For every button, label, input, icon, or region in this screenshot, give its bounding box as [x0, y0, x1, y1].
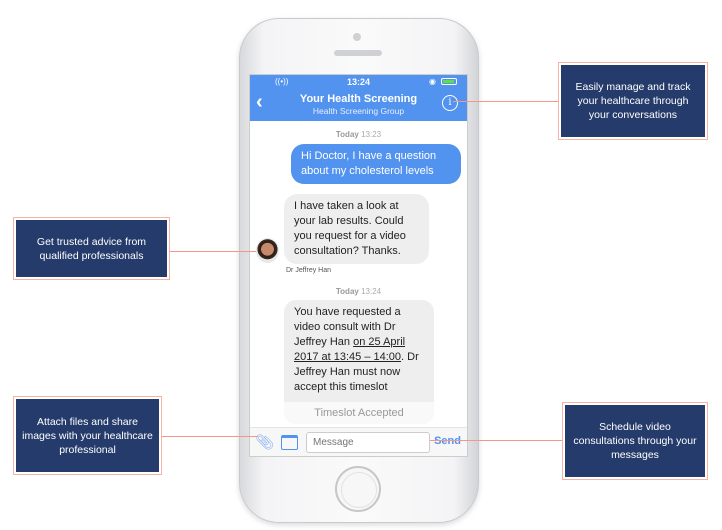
outgoing-message: Hi Doctor, I have a question about my ch…: [291, 144, 461, 184]
timestamp: Today 13:23: [335, 130, 382, 139]
chat-header: ((•)) 13:24 ◉ ‹ Your Health Screening He…: [250, 75, 467, 121]
consult-request-card: You have requested a video consult with …: [284, 300, 434, 424]
battery-icon: [441, 78, 457, 85]
timeslot-status: Timeslot Accepted: [284, 402, 434, 424]
callout-attach: Attach files and share images with your …: [13, 396, 162, 475]
home-button[interactable]: [335, 466, 381, 512]
connector-line: [430, 440, 563, 441]
incoming-message: I have taken a look at your lab results.…: [284, 194, 429, 264]
callout-manage: Easily manage and track your healthcare …: [558, 62, 708, 140]
send-button[interactable]: Send: [434, 435, 461, 447]
connector-line: [453, 101, 559, 102]
front-camera: [353, 33, 361, 41]
doctor-avatar[interactable]: [256, 238, 279, 263]
chat-subtitle: Health Screening Group: [312, 106, 405, 116]
callout-schedule: Schedule video consultations through you…: [562, 402, 708, 480]
timestamp: Today 13:24: [335, 287, 382, 296]
chat-title: Your Health Screening: [299, 93, 418, 105]
message-input[interactable]: [306, 432, 430, 453]
speaker: [334, 50, 382, 56]
composer-bar: 📎︎ Send: [250, 427, 467, 456]
calendar-icon[interactable]: [281, 435, 298, 450]
connector-line: [170, 251, 256, 252]
phone-screen: ((•)) 13:24 ◉ ‹ Your Health Screening He…: [249, 74, 468, 457]
sender-name: Dr Jeffrey Han: [286, 267, 331, 274]
callout-advice: Get trusted advice from qualified profes…: [13, 217, 170, 280]
info-icon[interactable]: i: [442, 95, 458, 111]
connector-line: [162, 436, 258, 437]
rotation-lock-icon: ◉: [429, 77, 436, 86]
